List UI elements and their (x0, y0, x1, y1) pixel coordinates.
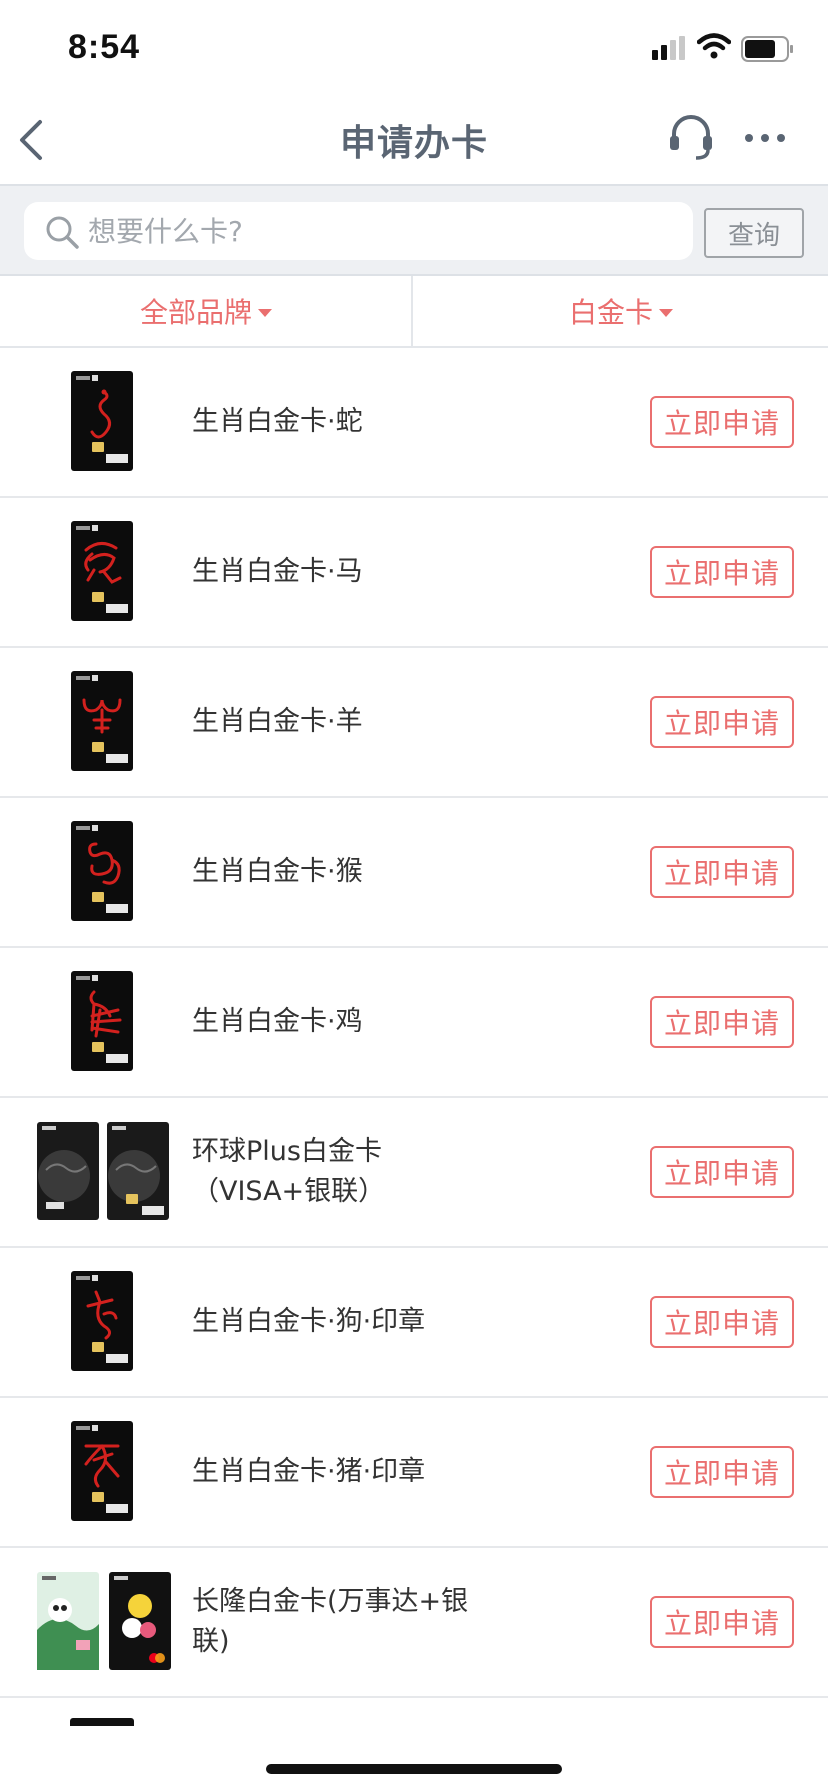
globe-card-pair-icon (37, 1122, 169, 1220)
home-indicator[interactable] (266, 1764, 562, 1774)
card-list-item[interactable]: 生肖白金卡·马 立即申请 (0, 498, 828, 648)
card-list-item[interactable]: 生肖白金卡·猪·印章 立即申请 (0, 1398, 828, 1548)
status-time: 8:54 (68, 28, 141, 66)
wifi-icon (697, 33, 731, 59)
query-button[interactable]: 查询 (704, 208, 804, 258)
card-image-pair (36, 1570, 172, 1672)
card-image (70, 820, 134, 922)
card-image (70, 670, 134, 772)
card-list-item[interactable]: 生肖白金卡·猴 立即申请 (0, 798, 828, 948)
card-image-partial (70, 1718, 134, 1726)
card-list-item[interactable]: 生肖白金卡·鸡 立即申请 (0, 948, 828, 1098)
card-name: 长隆白金卡(万事达+银联) (192, 1586, 469, 1657)
caret-down-icon (659, 309, 673, 317)
status-bar: 8:54 (0, 0, 828, 96)
card-name: 环球Plus白金卡（VISA+银联） (192, 1136, 386, 1207)
search-box (24, 202, 693, 260)
zodiac-dog-card-icon (71, 1271, 133, 1371)
card-list-item[interactable]: 环球Plus白金卡（VISA+银联） 立即申请 (0, 1098, 828, 1248)
customer-service-headset-icon[interactable] (668, 112, 714, 162)
card-name: 生肖白金卡·马 (192, 556, 363, 587)
card-image (70, 1270, 134, 1372)
card-list-item-partial (0, 1698, 828, 1748)
apply-now-button[interactable]: 立即申请 (650, 996, 794, 1048)
zodiac-pig-card-icon (71, 1421, 133, 1521)
brand-filter-label: 全部品牌 (139, 296, 252, 329)
apply-now-button[interactable]: 立即申请 (650, 1146, 794, 1198)
zodiac-goat-card-icon (71, 671, 133, 771)
cellular-signal-icon (652, 36, 685, 60)
card-name: 生肖白金卡·羊 (192, 706, 363, 737)
zodiac-horse-card-icon (71, 521, 133, 621)
card-list-item[interactable]: 长隆白金卡(万事达+银联) 立即申请 (0, 1548, 828, 1698)
zodiac-snake-card-icon (71, 371, 133, 471)
apply-now-button[interactable]: 立即申请 (650, 546, 794, 598)
card-list-item[interactable]: 生肖白金卡·蛇 立即申请 (0, 348, 828, 498)
apply-now-button[interactable]: 立即申请 (650, 396, 794, 448)
battery-icon (741, 36, 793, 62)
card-list-item[interactable]: 生肖白金卡·狗·印章 立即申请 (0, 1248, 828, 1398)
card-list-item[interactable]: 生肖白金卡·羊 立即申请 (0, 648, 828, 798)
apply-now-button[interactable]: 立即申请 (650, 1446, 794, 1498)
card-list: 生肖白金卡·蛇 立即申请 生肖白金卡·马 立即申请 生肖白金卡·羊 立即申请 生… (0, 348, 828, 1698)
card-image (70, 520, 134, 622)
card-level-filter-dropdown[interactable]: 白金卡 (414, 276, 828, 346)
card-image-pair (36, 1120, 172, 1222)
brand-filter-dropdown[interactable]: 全部品牌 (0, 276, 412, 346)
card-name: 生肖白金卡·狗·印章 (192, 1306, 426, 1337)
card-image (70, 370, 134, 472)
zodiac-rooster-card-icon (71, 971, 133, 1071)
card-image (70, 1420, 134, 1522)
zodiac-monkey-card-icon (71, 821, 133, 921)
card-name: 生肖白金卡·鸡 (192, 1006, 363, 1037)
filter-divider (411, 276, 413, 346)
filter-bar: 全部品牌 白金卡 (0, 276, 828, 348)
caret-down-icon (258, 309, 272, 317)
apply-now-button[interactable]: 立即申请 (650, 696, 794, 748)
search-bar: 查询 (0, 184, 828, 276)
card-name: 生肖白金卡·猪·印章 (192, 1456, 426, 1487)
card-level-filter-label: 白金卡 (568, 296, 653, 329)
chimelong-card-pair-icon (37, 1572, 171, 1670)
apply-now-button[interactable]: 立即申请 (650, 1596, 794, 1648)
navigation-bar: 申请办卡 (0, 96, 828, 184)
card-image (70, 970, 134, 1072)
search-input[interactable] (88, 210, 668, 252)
apply-now-button[interactable]: 立即申请 (650, 1296, 794, 1348)
search-icon (46, 216, 79, 249)
card-name: 生肖白金卡·蛇 (192, 406, 363, 437)
card-name: 生肖白金卡·猴 (192, 856, 363, 887)
more-options-icon[interactable] (742, 120, 788, 156)
apply-now-button[interactable]: 立即申请 (650, 846, 794, 898)
